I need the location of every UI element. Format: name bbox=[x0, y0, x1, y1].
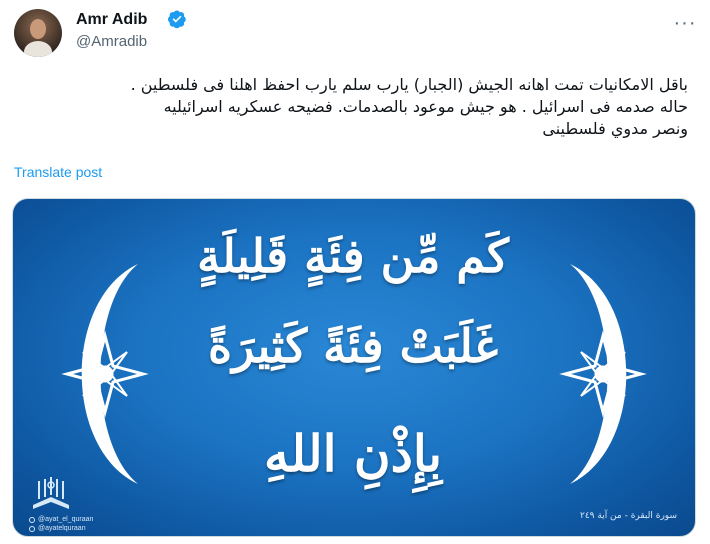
quran-logo-icon bbox=[33, 477, 69, 509]
social-handle: @ayat_el_quraan bbox=[38, 516, 94, 523]
more-horizontal-icon[interactable]: ··· bbox=[672, 10, 698, 36]
avatar[interactable] bbox=[14, 9, 62, 57]
user-handle[interactable]: @Amradib bbox=[76, 33, 147, 50]
facebook-icon bbox=[29, 525, 35, 532]
tweet-text-line: حاله صدمه فى اسرائيل . هو جيش موعود بالص… bbox=[163, 97, 688, 116]
verse-line: كَم مِّن فِئَةٍ قَلِيلَةٍ bbox=[197, 229, 509, 283]
tweet-text: باقل الامكانيات تمت اهانه الجيش (الجبار)… bbox=[18, 74, 688, 140]
avatar-shirt bbox=[24, 41, 52, 57]
crescent-star-ornament-icon bbox=[559, 264, 647, 484]
tweet-text-line: ونصر مدوي فلسطينى bbox=[542, 119, 688, 138]
display-name[interactable]: Amr Adib bbox=[76, 11, 147, 29]
instagram-icon bbox=[29, 516, 35, 523]
tweet-media-image[interactable]: كَم مِّن فِئَةٍ قَلِيلَةٍ غَلَبَتْ فِئَة… bbox=[12, 198, 696, 537]
verse-line: بِإِذْنِ اللهِ bbox=[263, 424, 443, 483]
social-handles: @ayat_el_quraan @ayatelquraan bbox=[29, 515, 93, 533]
verified-badge-icon bbox=[167, 10, 186, 29]
social-handle: @ayatelquraan bbox=[38, 525, 86, 532]
avatar-face bbox=[30, 19, 46, 39]
tweet-card: Amr Adib @Amradib ··· باقل الامكانيات تم… bbox=[0, 0, 710, 544]
translate-post-link[interactable]: Translate post bbox=[14, 164, 102, 180]
crescent-star-ornament-icon bbox=[61, 264, 149, 484]
tweet-text-line: باقل الامكانيات تمت اهانه الجيش (الجبار)… bbox=[130, 75, 688, 94]
verse-source: سورة البقرة - من آية ٢٤٩ bbox=[579, 511, 677, 521]
verse-line: غَلَبَتْ فِئَةً كَثِيرَةً bbox=[207, 319, 499, 373]
